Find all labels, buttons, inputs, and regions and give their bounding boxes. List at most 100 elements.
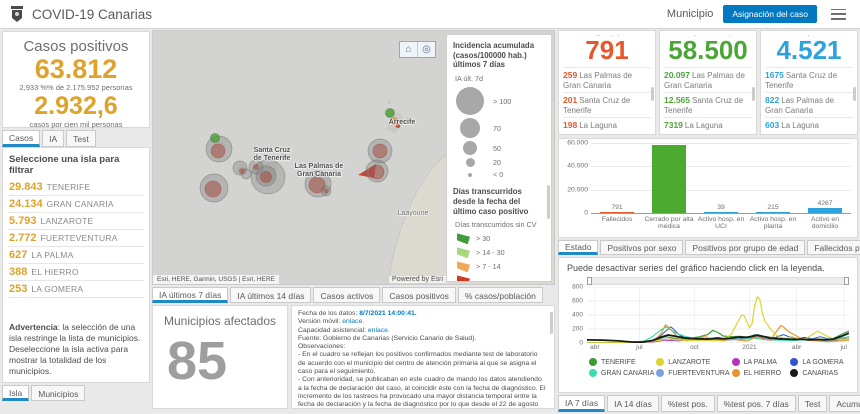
stat-card-row-0: 259Las Palmas de Gran Canaria	[563, 67, 651, 92]
line-x-tick-3: 2021	[742, 344, 756, 351]
positive-cases-rate: 2.932,6	[3, 93, 149, 119]
island-muni-tab-1[interactable]: Municipios	[31, 385, 85, 401]
note-line-2: Capacidad asistencial: enlace.	[298, 327, 546, 335]
bar-x-label-2: Activo hosp. en UCI	[695, 216, 747, 231]
legend-ia-label: > 100	[493, 97, 511, 106]
island-row-4[interactable]: 627LA PALMA	[8, 247, 144, 264]
series-legend-gran-canaria[interactable]: GRAN CANARIA	[589, 369, 654, 377]
series-legend-lanzarote[interactable]: LANZAROTE	[656, 358, 729, 366]
map-tab-1[interactable]: IA últimos 14 días	[230, 287, 311, 303]
legend-days-label: > 30	[476, 234, 490, 243]
island-municipio-tab-group: IslaMunicipios	[2, 385, 85, 401]
legend-days-title: Días transcurridos desde la fecha del úl…	[453, 187, 545, 216]
line-y-tick: 800	[565, 284, 583, 291]
island-name: TENERIFE	[47, 182, 91, 192]
line-y-tick: 600	[565, 298, 583, 305]
map-tab-4[interactable]: % casos/población	[458, 287, 543, 303]
status-tab-1[interactable]: Positivos por sexo	[600, 240, 683, 255]
map-attribution: Esri, HERE, Garmin, USGS | Esri, HERE	[153, 275, 279, 284]
status-tab-0[interactable]: Estado	[558, 240, 598, 255]
stat-card-value: 4.521	[765, 37, 853, 64]
status-tab-3[interactable]: Fallecidos por edad y sexo	[807, 240, 860, 255]
municipios-title: Municipios afectados	[153, 314, 287, 328]
legend-dot	[656, 358, 664, 366]
bar-chart-plot: 60.00040.00020.0000791392154267	[591, 143, 851, 214]
stat-card-row-2: 7319La Laguna	[664, 117, 752, 132]
island-row-3[interactable]: 2.772FUERTEVENTURA	[8, 230, 144, 247]
map-tab-0[interactable]: IA últimos 7 días	[152, 287, 228, 303]
legend-dot	[589, 369, 597, 377]
timeseries-tab-0[interactable]: IA 7 días	[558, 395, 605, 412]
positive-cases-subtitle: 2,933 %% de 2.175.952 personas	[3, 83, 149, 92]
island-name: LANZAROTE	[41, 216, 94, 226]
data-date: 8/7/2021 14:00:41.	[359, 310, 416, 317]
left-tab-group: CasosIATest	[2, 130, 96, 147]
island-row-1[interactable]: 24.134GRAN CANARIA	[8, 196, 144, 213]
bar-2: 39	[695, 143, 747, 213]
left-tab-0[interactable]: Casos	[2, 130, 40, 147]
series-legend-la-palma[interactable]: LA PALMA	[732, 358, 789, 366]
timeseries-tab-5[interactable]: Acumulado	[829, 395, 860, 412]
bar-1	[643, 143, 695, 213]
covid-canarias-dashboard: COVID-19 Canarias Municipio Asignación d…	[0, 0, 860, 414]
bar-value-label: 215	[767, 204, 778, 211]
menu-icon[interactable]	[831, 9, 846, 20]
stat-card-value: 791	[563, 37, 651, 64]
card-scrollbar[interactable]	[853, 87, 856, 101]
left-tab-1[interactable]: IA	[42, 130, 64, 147]
note-link[interactable]: enlace.	[342, 318, 364, 325]
assign-case-button[interactable]: Asignación del caso	[723, 5, 817, 23]
island-row-6[interactable]: 253LA GOMERA	[8, 281, 144, 298]
legend-ia-item-4: < 0	[453, 170, 545, 179]
home-extent-icon[interactable]: ⌂	[400, 42, 417, 57]
note-line-1: Versión móvil: enlace.	[298, 318, 546, 326]
bar-4: 4267	[799, 143, 851, 213]
island-muni-tab-0[interactable]: Isla	[2, 385, 29, 401]
legend-ia-subtitle: IA últ. 7d	[455, 74, 545, 83]
map-tab-3[interactable]: Casos positivos	[382, 287, 456, 303]
legend-dot	[732, 369, 740, 377]
range-handle-left[interactable]	[587, 277, 592, 285]
legend-ia-item-1: 70	[453, 118, 545, 138]
positive-cases-panel: Casos positivos 63.812 2,933 %% de 2.175…	[2, 31, 150, 128]
status-tab-2[interactable]: Positivos por grupo de edad	[685, 240, 805, 255]
timeseries-tab-1[interactable]: IA 14 días	[607, 395, 659, 412]
series-legend-fuerteventura[interactable]: FUERTEVENTURA	[656, 369, 729, 377]
series-legend-la-gomera[interactable]: LA GOMERA	[790, 358, 847, 366]
basemap-icon[interactable]: ◎	[417, 42, 435, 57]
map-label-las-palmas: Las Palmas de Gran Canaria	[291, 163, 347, 178]
bar-x-label-1: Cerrado por alta médica	[643, 216, 695, 231]
island-name: LA GOMERA	[31, 284, 83, 294]
header: COVID-19 Canarias Municipio Asignación d…	[0, 0, 860, 29]
range-handle-right[interactable]	[844, 277, 849, 285]
left-tab-2[interactable]: Test	[66, 130, 96, 147]
series-legend-tenerife[interactable]: TENERIFE	[589, 358, 654, 366]
timeseries-tab-2[interactable]: %test pos.	[661, 395, 715, 412]
map-tab-2[interactable]: Casos activos	[313, 287, 380, 303]
time-range-slider[interactable]	[587, 277, 849, 285]
island-row-5[interactable]: 388EL HIERRO	[8, 264, 144, 281]
series-legend-canarias[interactable]: CANARIAS	[790, 369, 847, 377]
bar-y-tick: 40.000	[562, 163, 588, 170]
card-scrollbar[interactable]	[752, 87, 755, 101]
map-tab-group: IA últimos 7 díasIA últimos 14 díasCasos…	[152, 287, 543, 303]
island-row-0[interactable]: 29.843TENERIFE	[8, 179, 144, 196]
stat-card-0: Fallecidos791259Las Palmas de Gran Canar…	[558, 30, 656, 135]
series-legend-el-hierro[interactable]: EL HIERRO	[732, 369, 789, 377]
timeseries-tab-4[interactable]: Test	[798, 395, 828, 412]
timeseries-tab-3[interactable]: %test pos. 7 días	[717, 395, 796, 412]
legend-scrollbar[interactable]	[547, 185, 550, 219]
map-label-arrecife: Arrecife	[385, 119, 419, 127]
card-scrollbar[interactable]	[651, 87, 654, 101]
bar-x-label-3: Activo hosp. en planta	[747, 216, 799, 231]
stat-card-row-2: 603La Laguna	[765, 117, 853, 132]
legend-ia-title: Incidencia acumulada (casos/100000 hab.)…	[453, 41, 545, 70]
line-x-tick-0: abr	[590, 344, 599, 351]
notes-scrollbar[interactable]	[550, 312, 553, 334]
legend-ia-label: 20	[493, 158, 501, 167]
island-row-2[interactable]: 5.793LANZAROTE	[8, 213, 144, 230]
map-canvas[interactable]: Santa Cruz de Tenerife Las Palmas de Gra…	[152, 30, 555, 285]
stat-card-row-0: 20.097Las Palmas de Gran Canaria	[664, 67, 752, 92]
note-link[interactable]: enlace.	[368, 327, 390, 334]
stat-card-1: Cerrado por alta médica58.50020.097Las P…	[659, 30, 757, 135]
